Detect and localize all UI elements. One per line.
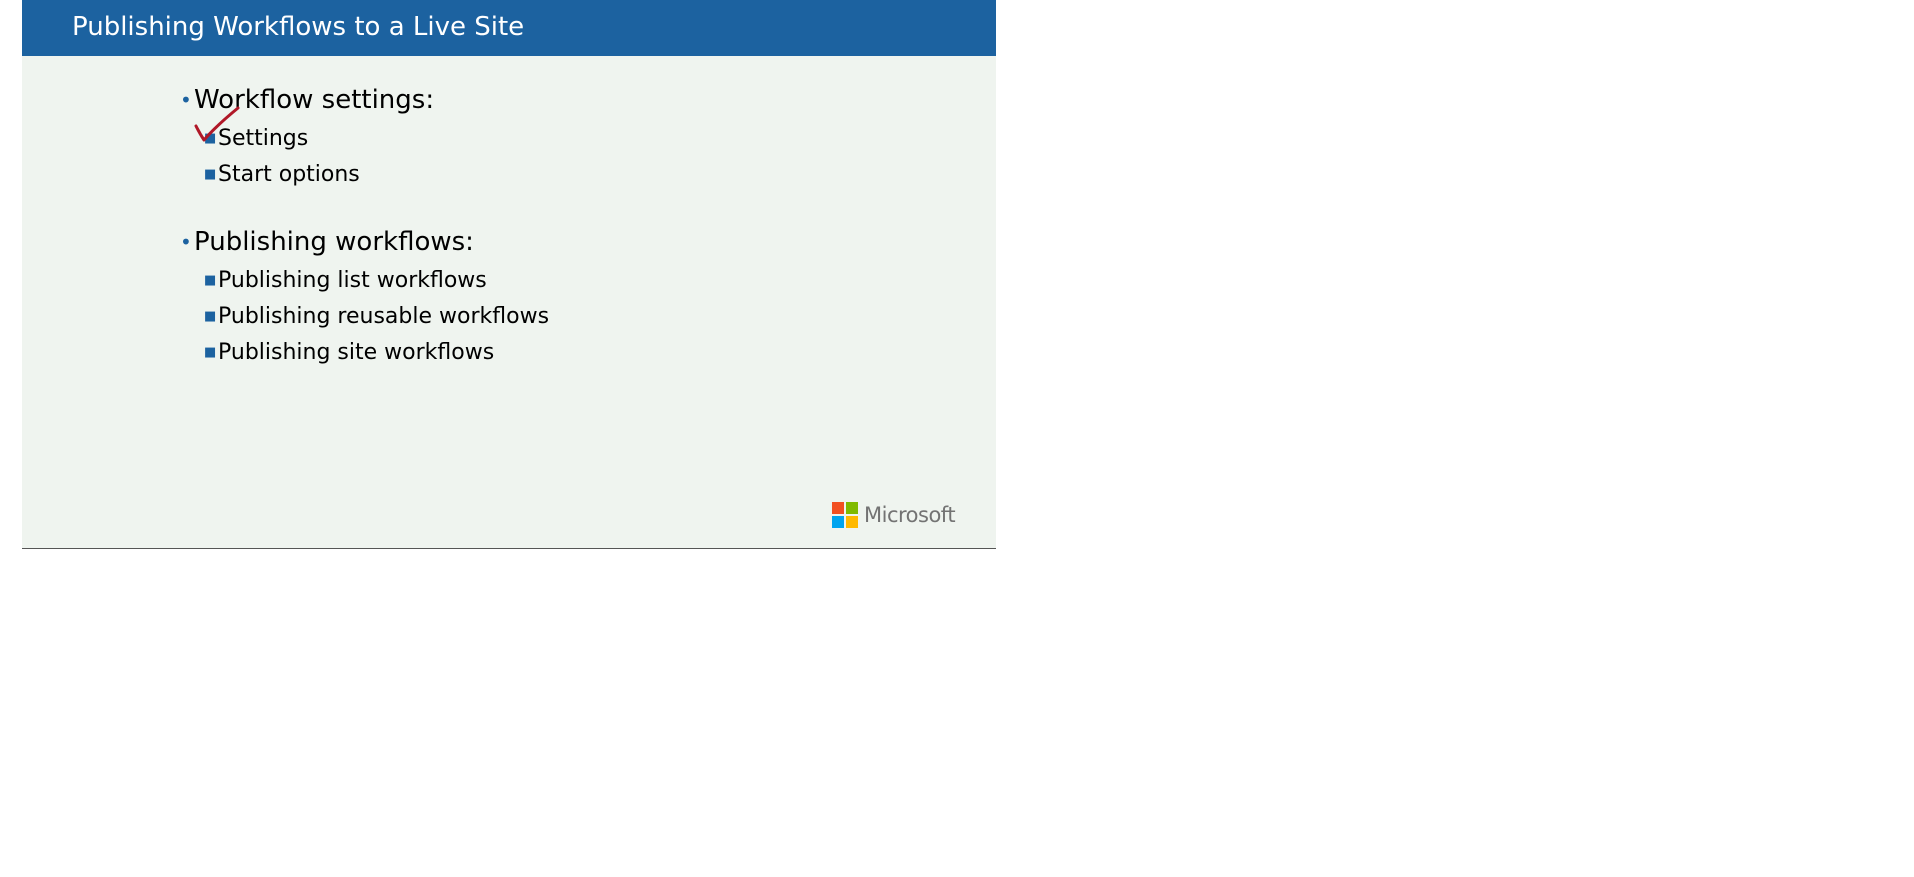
bullet-dot-icon: ■ — [204, 166, 217, 182]
checkmark-icon — [194, 106, 240, 142]
bullet-dot-icon: ■ — [204, 272, 217, 288]
bullet-item: Start options — [218, 161, 360, 187]
microsoft-logo-text: Microsoft — [864, 503, 956, 527]
slide-title: Publishing Workflows to a Live Site — [72, 12, 525, 42]
microsoft-logo-icon — [832, 502, 858, 528]
bullet-level2: ■ Start options — [204, 156, 549, 192]
bullet-item: Publishing reusable workflows — [218, 303, 550, 329]
microsoft-logo: Microsoft — [832, 502, 956, 528]
bullet-dot-icon: ■ — [204, 344, 217, 360]
bullet-section-publishing-workflows: • Publishing workflows: ■ Publishing lis… — [180, 222, 549, 370]
bullet-dot-icon: ■ — [204, 308, 217, 324]
bullet-dot-icon: • — [180, 230, 192, 254]
title-bar: Publishing Workflows to a Live Site — [22, 0, 996, 56]
bullet-level2: ■ Publishing site workflows — [204, 334, 549, 370]
bullet-level1: • Publishing workflows: — [180, 222, 549, 262]
bullet-level2: ■ Publishing reusable workflows — [204, 298, 549, 334]
bullet-level2: ■ Publishing list workflows — [204, 262, 549, 298]
bullet-item: Publishing list workflows — [218, 267, 487, 293]
bullet-heading: Publishing workflows: — [194, 227, 474, 257]
bullet-item: Publishing site workflows — [218, 339, 495, 365]
slide: Publishing Workflows to a Live Site • Wo… — [22, 0, 996, 549]
